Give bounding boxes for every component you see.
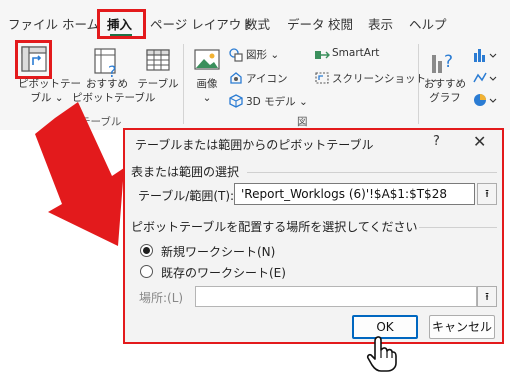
help-button[interactable]: ? xyxy=(433,134,440,149)
new-worksheet-label[interactable]: 新規ワークシート(N) xyxy=(161,243,275,260)
location-collapse-button[interactable]: ⭱ xyxy=(477,286,497,307)
existing-worksheet-label[interactable]: 既存のワークシート(E) xyxy=(161,264,286,281)
location-label: 場所:(L) xyxy=(139,291,184,305)
section-divider-2 xyxy=(419,227,497,228)
hand-cursor-icon xyxy=(366,336,397,372)
collapse-arrow-icon: ⭱ xyxy=(485,187,489,200)
location-input[interactable] xyxy=(195,286,477,307)
section-select-range: 表または範囲の選択 xyxy=(131,165,240,179)
collapse-arrow-icon: ⭱ xyxy=(485,290,489,303)
range-collapse-button[interactable]: ⭱ xyxy=(477,183,497,205)
dialog-title: テーブルまたは範囲からのピボットテーブル xyxy=(135,138,374,152)
new-worksheet-radio[interactable] xyxy=(140,244,153,257)
create-pivot-table-dialog: テーブルまたは範囲からのピボットテーブル ? ✕ 表または範囲の選択 テーブル/… xyxy=(123,128,504,344)
close-button[interactable]: ✕ xyxy=(473,132,486,151)
section-divider xyxy=(247,172,497,173)
cancel-button[interactable]: キャンセル xyxy=(429,315,495,339)
range-input[interactable] xyxy=(234,183,475,205)
section-select-location: ピボットテーブルを配置する場所を選択してください xyxy=(131,220,418,234)
existing-worksheet-radio[interactable] xyxy=(140,265,153,278)
range-label: テーブル/範囲(T): xyxy=(138,189,235,203)
